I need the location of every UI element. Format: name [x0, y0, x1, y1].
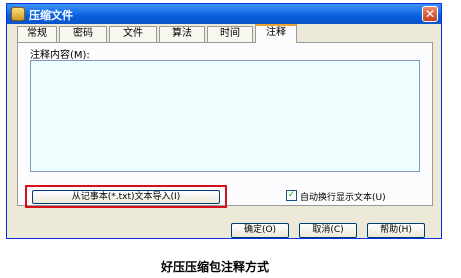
close-icon[interactable]: ✕ — [422, 6, 438, 22]
tab-comment[interactable]: 注释 — [255, 24, 297, 43]
title-bar[interactable]: 压缩文件 ✕ — [7, 4, 441, 24]
window-title: 压缩文件 — [29, 9, 73, 22]
tab-general[interactable]: 常规 — [17, 26, 57, 42]
tab-algorithm[interactable]: 算法 — [159, 26, 205, 42]
ok-button[interactable]: 确定(O) — [231, 223, 289, 238]
import-from-notepad-button[interactable]: 从记事本(*.txt)文本导入(I) — [32, 190, 220, 204]
figure-caption: 好压压缩包注释方式 — [161, 260, 270, 274]
comment-panel: 注释内容(M): 从记事本(*.txt)文本导入(I) ✓ 自动换行显示文本(U… — [17, 42, 433, 208]
archive-icon — [11, 7, 25, 21]
help-button[interactable]: 帮助(H) — [367, 223, 425, 238]
tab-password[interactable]: 密码 — [59, 26, 107, 42]
auto-wrap-checkbox[interactable]: ✓ — [286, 190, 297, 201]
auto-wrap-label: 自动换行显示文本(U) — [300, 193, 386, 203]
check-icon: ✓ — [287, 190, 296, 200]
compress-file-dialog: 压缩文件 ✕ 常规 密码 文件 算法 时间 注释 注释内容(M): 从记事本(*… — [6, 3, 442, 239]
tab-files[interactable]: 文件 — [109, 26, 157, 42]
comment-textarea[interactable] — [30, 60, 420, 172]
cancel-button[interactable]: 取消(C) — [299, 223, 357, 238]
comment-label: 注释内容(M): — [30, 50, 90, 61]
tab-time[interactable]: 时间 — [207, 26, 253, 42]
